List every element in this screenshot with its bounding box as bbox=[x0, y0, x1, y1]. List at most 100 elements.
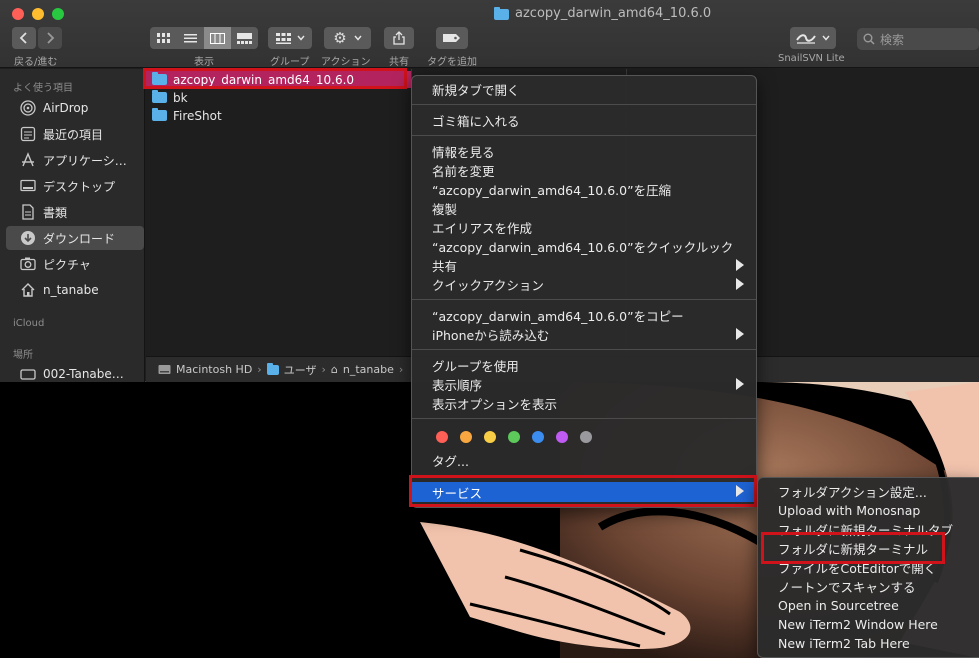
sidebar-item-label: 002-Tanabe… bbox=[43, 367, 124, 381]
folder-icon bbox=[152, 90, 167, 103]
sidebar-item-recents[interactable]: 最近の項目 bbox=[6, 122, 144, 146]
menu-item-open-new-tab[interactable]: 新規タブで開く bbox=[412, 80, 756, 99]
sidebar-item-disk[interactable]: 002-Tanabe… bbox=[6, 362, 144, 386]
tag-yellow[interactable] bbox=[484, 431, 496, 443]
sidebar-item-applications[interactable]: アプリケーシ… bbox=[6, 148, 144, 172]
search-field[interactable]: 検索 bbox=[857, 28, 979, 50]
path-item[interactable]: n_tanabe bbox=[343, 363, 394, 376]
tag-gray[interactable] bbox=[580, 431, 592, 443]
sidebar-item-label: アプリケーシ… bbox=[43, 153, 127, 168]
view-gallery-button[interactable] bbox=[231, 27, 258, 49]
tag-blue[interactable] bbox=[532, 431, 544, 443]
menu-item-get-info[interactable]: 情報を見る bbox=[412, 142, 756, 161]
sidebar-item-downloads[interactable]: ダウンロード bbox=[6, 226, 144, 250]
zoom-window-button[interactable] bbox=[52, 8, 64, 20]
tag-color-row bbox=[436, 431, 592, 443]
menu-separator bbox=[412, 104, 756, 105]
sidebar-item-desktop[interactable]: デスクトップ bbox=[6, 174, 144, 198]
menu-item-duplicate[interactable]: 複製 bbox=[412, 199, 756, 218]
chevron-right-icon: › bbox=[257, 363, 262, 376]
tag-green[interactable] bbox=[508, 431, 520, 443]
icloud-header: iCloud bbox=[13, 318, 45, 329]
menu-item-import-from-iphone[interactable]: iPhoneから読み込む bbox=[412, 325, 756, 344]
group-button[interactable] bbox=[268, 27, 312, 49]
menu-item-use-groups[interactable]: グループを使用 bbox=[412, 356, 756, 375]
share-button[interactable] bbox=[384, 27, 414, 49]
selected-file-highlight bbox=[143, 68, 407, 89]
menu-item-share[interactable]: 共有 bbox=[412, 256, 756, 275]
file-name: FireShot bbox=[173, 108, 222, 123]
sidebar-item-airdrop[interactable]: AirDrop bbox=[6, 96, 144, 120]
sidebar-item-documents[interactable]: 書類 bbox=[6, 200, 144, 224]
snailsvn-button[interactable] bbox=[790, 27, 836, 49]
menu-item-quick-look[interactable]: “azcopy_darwin_amd64_10.6.0”をクイックルック bbox=[412, 237, 756, 256]
path-item[interactable]: Macintosh HD bbox=[176, 363, 252, 376]
locations-header: 場所 bbox=[13, 350, 33, 361]
service-iterm2-tab[interactable]: New iTerm2 Tab Here bbox=[758, 634, 978, 653]
tag-icon bbox=[443, 34, 460, 42]
menu-separator bbox=[412, 349, 756, 350]
back-button[interactable] bbox=[12, 27, 36, 49]
context-menu: 新規タブで開く ゴミ箱に入れる 情報を見る 名前を変更 “azcopy_darw… bbox=[411, 75, 757, 508]
service-open-sourcetree[interactable]: Open in Sourcetree bbox=[758, 596, 978, 615]
service-upload-monosnap[interactable]: Upload with Monosnap bbox=[758, 501, 978, 520]
sidebar-item-label: 最近の項目 bbox=[43, 127, 104, 142]
folder-icon bbox=[494, 7, 509, 20]
view-column-button[interactable] bbox=[204, 27, 231, 49]
service-folder-actions-setup[interactable]: フォルダアクション設定... bbox=[758, 482, 978, 501]
sidebar-item-pictures[interactable]: ピクチャ bbox=[6, 252, 144, 276]
window-title: azcopy_darwin_amd64_10.6.0 bbox=[494, 6, 711, 21]
menu-item-tags[interactable]: タグ... bbox=[412, 451, 756, 470]
view-label: 表示 bbox=[194, 57, 214, 68]
chevron-left-icon bbox=[19, 32, 27, 44]
toolbar: azcopy_darwin_amd64_10.6.0 戻る/進む 表示 グループ… bbox=[0, 0, 979, 68]
recents-icon bbox=[19, 126, 36, 143]
search-icon bbox=[863, 33, 875, 45]
list-item[interactable]: FireShot bbox=[146, 107, 411, 124]
menu-item-move-to-trash[interactable]: ゴミ箱に入れる bbox=[412, 111, 756, 130]
sidebar-item-label: n_tanabe bbox=[43, 283, 99, 297]
tag-purple[interactable] bbox=[556, 431, 568, 443]
column-view-icon bbox=[210, 32, 225, 44]
documents-icon bbox=[19, 204, 36, 221]
back-forward-label: 戻る/進む bbox=[14, 57, 58, 68]
action-label: アクション bbox=[321, 57, 371, 68]
menu-item-rename[interactable]: 名前を変更 bbox=[412, 161, 756, 180]
menu-item-label: iPhoneから読み込む bbox=[432, 328, 550, 343]
path-item[interactable]: ユーザ bbox=[284, 362, 317, 378]
add-tags-button[interactable] bbox=[436, 27, 468, 49]
list-item[interactable]: bk bbox=[146, 89, 411, 106]
minimize-window-button[interactable] bbox=[32, 8, 44, 20]
submenu-arrow-icon bbox=[736, 378, 744, 390]
service-norton-scan[interactable]: ノートンでスキャンする bbox=[758, 577, 978, 596]
gear-icon: ⚙ bbox=[333, 28, 347, 47]
view-icon-button[interactable] bbox=[150, 27, 177, 49]
menu-item-label: 共有 bbox=[432, 259, 458, 274]
submenu-arrow-icon bbox=[736, 259, 744, 271]
submenu-arrow-icon bbox=[736, 328, 744, 340]
group-icon bbox=[275, 32, 291, 44]
menu-item-sort-by[interactable]: 表示順序 bbox=[412, 375, 756, 394]
view-list-button[interactable] bbox=[177, 27, 204, 49]
menu-item-label: 表示順序 bbox=[432, 378, 483, 393]
menu-item-quick-actions[interactable]: クイックアクション bbox=[412, 275, 756, 294]
menu-item-copy[interactable]: “azcopy_darwin_amd64_10.6.0”をコピー bbox=[412, 306, 756, 325]
tag-red[interactable] bbox=[436, 431, 448, 443]
window-title-text: azcopy_darwin_amd64_10.6.0 bbox=[515, 6, 712, 21]
sidebar-item-label: 書類 bbox=[43, 205, 68, 220]
close-window-button[interactable] bbox=[12, 8, 24, 20]
service-iterm2-window[interactable]: New iTerm2 Window Here bbox=[758, 615, 978, 634]
sidebar-item-home[interactable]: n_tanabe bbox=[6, 278, 144, 302]
add-tags-label: タグを追加 bbox=[427, 57, 477, 68]
menu-separator bbox=[412, 418, 756, 419]
chevron-down-icon bbox=[822, 35, 830, 41]
menu-item-show-view-options[interactable]: 表示オプションを表示 bbox=[412, 394, 756, 413]
snailsvn-label: SnailSVN Lite bbox=[778, 53, 845, 64]
menu-item-compress[interactable]: “azcopy_darwin_amd64_10.6.0”を圧縮 bbox=[412, 180, 756, 199]
tag-orange[interactable] bbox=[460, 431, 472, 443]
forward-button[interactable] bbox=[38, 27, 62, 49]
folder-icon bbox=[152, 108, 167, 121]
hard-disk-icon bbox=[158, 365, 171, 374]
action-button[interactable]: ⚙ bbox=[324, 27, 371, 49]
menu-item-make-alias[interactable]: エイリアスを作成 bbox=[412, 218, 756, 237]
